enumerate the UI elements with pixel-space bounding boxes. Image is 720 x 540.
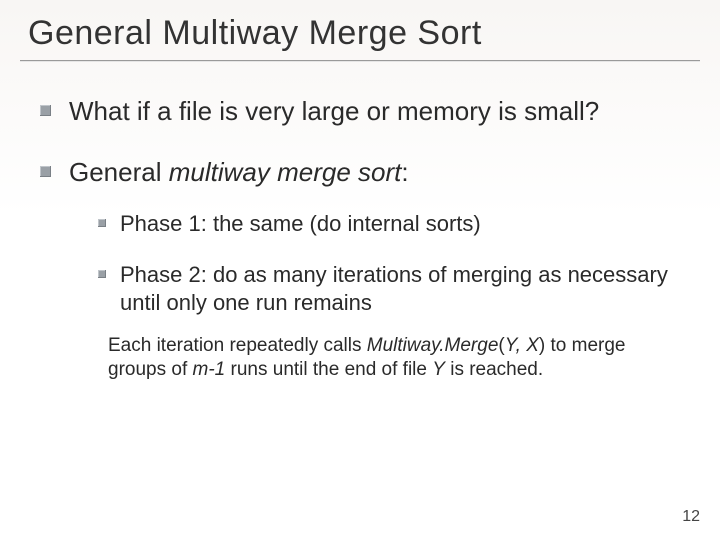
- italic-span: multiway merge sort: [169, 157, 402, 187]
- italic-span: Y: [432, 359, 445, 380]
- square-bullet-icon: [40, 166, 51, 177]
- square-bullet-icon: [98, 219, 106, 227]
- note-text: Each iteration repeatedly calls Multiway…: [108, 334, 670, 383]
- text-span: :: [401, 157, 408, 187]
- bullet-text: Phase 1: the same (do internal sorts): [120, 210, 481, 239]
- text-span: Each iteration repeatedly calls: [108, 335, 367, 356]
- bullet-level1: What if a file is very large or memory i…: [40, 95, 680, 128]
- text-span: General: [69, 157, 169, 187]
- bullet-level2: Phase 1: the same (do internal sorts): [98, 210, 680, 239]
- bullet-text: Phase 2: do as many iterations of mergin…: [120, 261, 680, 318]
- page-number: 12: [682, 508, 700, 526]
- bullet-level2: Phase 2: do as many iterations of mergin…: [98, 261, 680, 318]
- bullet-text: General multiway merge sort:: [69, 156, 409, 189]
- square-bullet-icon: [98, 270, 106, 278]
- bullet-level1: General multiway merge sort:: [40, 156, 680, 189]
- sub-bullets: Phase 1: the same (do internal sorts) Ph…: [98, 210, 680, 318]
- bullet-text: What if a file is very large or memory i…: [69, 95, 599, 128]
- slide-body: What if a file is very large or memory i…: [40, 95, 680, 383]
- text-span: is reached.: [445, 359, 543, 380]
- italic-span: Y, X: [505, 335, 539, 356]
- title-underline: [20, 60, 700, 61]
- italic-span: Multiway.Merge: [367, 335, 499, 356]
- slide-title: General Multiway Merge Sort: [28, 14, 692, 53]
- text-span: runs until the end of file: [225, 359, 432, 380]
- italic-span: m-1: [193, 359, 226, 380]
- square-bullet-icon: [40, 105, 51, 116]
- slide: General Multiway Merge Sort What if a fi…: [0, 0, 720, 540]
